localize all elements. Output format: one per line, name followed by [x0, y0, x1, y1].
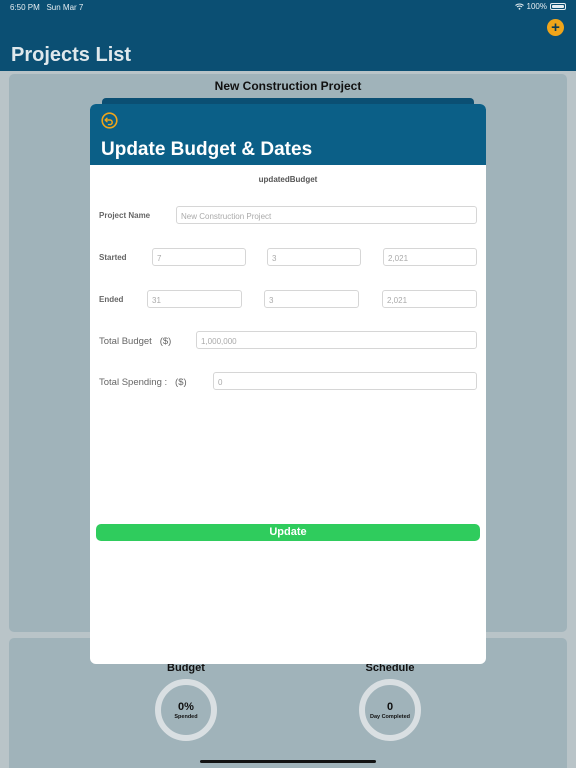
ended-day-input[interactable]: 31	[147, 290, 242, 308]
wifi-icon	[514, 3, 524, 10]
started-year-input[interactable]: 2,021	[383, 248, 477, 266]
project-name-label: Project Name	[99, 211, 151, 220]
ended-month-input[interactable]: 3	[264, 290, 359, 308]
modal-subtitle: updatedBudget	[258, 175, 318, 184]
status-bar: 6:50 PM Sun Mar 7 100%	[0, 0, 576, 14]
total-budget-input[interactable]: 1,000,000	[196, 331, 477, 349]
total-budget-label: Total Budget ($)	[99, 336, 172, 347]
battery-percent: 100%	[526, 2, 547, 11]
page-title: Projects List	[11, 44, 132, 66]
project-name-input[interactable]: New Construction Project	[176, 206, 477, 224]
update-budget-modal: Update Budget & Dates updatedBudget Proj…	[90, 104, 486, 664]
modal-header: Update Budget & Dates	[90, 104, 486, 165]
started-label: Started	[99, 253, 127, 262]
started-month-input[interactable]: 3	[267, 248, 361, 266]
update-button[interactable]: Update	[96, 524, 480, 541]
total-spending-label: Total Spending : ($)	[99, 377, 187, 388]
status-time: 6:50 PM	[10, 3, 40, 12]
project-card-title: New Construction Project	[214, 79, 362, 93]
status-date: Sun Mar 7	[46, 3, 84, 12]
ended-year-input[interactable]: 2,021	[382, 290, 477, 308]
schedule-caption: Day Completed	[369, 714, 411, 720]
started-day-input[interactable]: 7	[152, 248, 246, 266]
budget-value: 0%	[178, 701, 194, 713]
ended-label: Ended	[99, 295, 124, 304]
total-spending-input[interactable]: 0	[213, 372, 477, 390]
add-project-button[interactable]: +	[547, 19, 564, 36]
plus-icon: +	[551, 19, 560, 36]
modal-title: Update Budget & Dates	[101, 139, 313, 160]
home-indicator	[200, 760, 376, 763]
budget-caption: Spended	[174, 714, 198, 720]
battery-icon	[550, 3, 566, 10]
back-arrow-icon[interactable]	[101, 112, 118, 129]
schedule-value: 0	[386, 701, 394, 713]
